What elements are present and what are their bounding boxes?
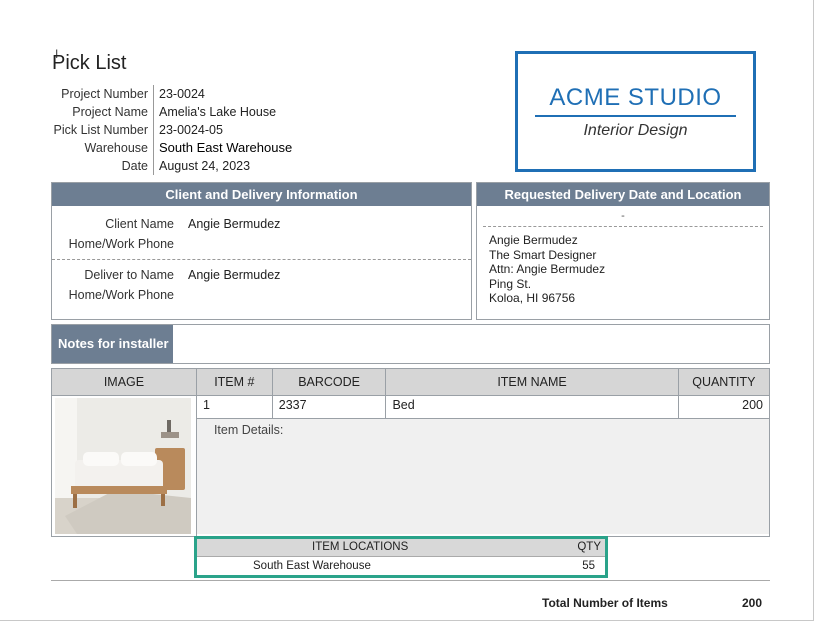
notes-section: Notes for installer xyxy=(51,324,770,364)
client-name-label: Client Name xyxy=(105,217,174,231)
table-row: 1 2337 Bed 200 xyxy=(51,395,771,537)
notes-label: Notes for installer xyxy=(52,325,173,363)
client-info-header: Client and Delivery Information xyxy=(52,183,471,206)
delivery-date: - xyxy=(621,210,625,222)
footer-divider xyxy=(51,580,770,581)
address-line: The Smart Designer xyxy=(489,247,597,262)
warehouse-label: Warehouse xyxy=(50,139,154,157)
address-line: Ping St. xyxy=(489,276,532,291)
address-line: Angie Bermudez xyxy=(489,233,578,247)
project-name-row: Project Name Amelia's Lake House xyxy=(50,103,292,121)
column-header-barcode: BARCODE xyxy=(271,368,387,396)
item-name: Bed xyxy=(385,395,679,419)
project-number-label: Project Number xyxy=(50,85,154,103)
project-number-value: 23-0024 xyxy=(159,87,205,101)
column-header-item-number: ITEM # xyxy=(195,368,273,396)
delivery-divider xyxy=(483,226,763,227)
item-locations-qty-label: QTY xyxy=(577,541,601,553)
warehouse-row: Warehouse South East Warehouse xyxy=(50,139,292,157)
deliver-name-label: Deliver to Name xyxy=(84,268,174,282)
client-info-section: Client and Delivery Information Client N… xyxy=(51,182,472,320)
date-row: Date August 24, 2023 xyxy=(50,157,292,175)
delivery-section: Requested Delivery Date and Location - A… xyxy=(476,182,770,320)
logo-divider xyxy=(535,115,736,117)
item-image-cell xyxy=(51,395,197,537)
delivery-header: Requested Delivery Date and Location xyxy=(477,183,769,206)
bed-image xyxy=(55,398,191,534)
items-table: IMAGE ITEM # BARCODE ITEM NAME QUANTITY xyxy=(51,368,771,537)
project-name-value: Amelia's Lake House xyxy=(159,105,277,119)
client-divider xyxy=(52,259,471,260)
item-number: 1 xyxy=(195,395,273,419)
date-value: August 24, 2023 xyxy=(159,159,251,173)
total-items-label: Total Number of Items xyxy=(542,596,668,610)
client-name-value: Angie Bermudez xyxy=(188,217,281,231)
pick-list-number-label: Pick List Number xyxy=(50,121,154,139)
table-row: South East Warehouse 55 xyxy=(197,556,605,575)
page-title: Pick List xyxy=(52,52,127,74)
logo-name: ACME STUDIO xyxy=(549,84,722,111)
client-phone-label: Home/Work Phone xyxy=(68,237,174,251)
item-locations-label: ITEM LOCATIONS xyxy=(312,541,409,553)
item-details-cell: Item Details: xyxy=(195,418,771,537)
pick-list-number-value: 23-0024-05 xyxy=(159,123,223,137)
item-barcode: 2337 xyxy=(271,395,387,419)
project-number-row: Project Number 23-0024 xyxy=(50,85,292,103)
column-header-quantity: QUANTITY xyxy=(677,368,771,396)
pick-list-number-row: Pick List Number 23-0024-05 xyxy=(50,121,292,139)
address-line: Koloa, HI 96756 xyxy=(489,291,576,305)
items-header-row: IMAGE ITEM # BARCODE ITEM NAME QUANTITY xyxy=(51,368,771,396)
delivery-address: Angie Bermudez The Smart Designer Attn: … xyxy=(489,233,605,306)
warehouse-value: South East Warehouse xyxy=(159,140,293,155)
address-line: Attn: Angie Bermudez xyxy=(489,262,606,276)
column-header-image: IMAGE xyxy=(51,368,197,396)
deliver-name-value: Angie Bermudez xyxy=(188,268,281,282)
column-header-item-name: ITEM NAME xyxy=(385,368,679,396)
item-details-area: Item Details: xyxy=(196,419,769,534)
location-qty: 55 xyxy=(582,560,595,572)
item-details-label: Item Details: xyxy=(213,423,284,437)
project-name-label: Project Name xyxy=(50,103,154,121)
item-quantity: 200 xyxy=(677,395,771,419)
project-info: Project Number 23-0024 Project Name Amel… xyxy=(50,85,292,175)
total-items-value: 200 xyxy=(742,596,763,610)
deliver-phone-label: Home/Work Phone xyxy=(68,288,174,302)
location-name: South East Warehouse xyxy=(253,560,371,572)
item-locations-header: ITEM LOCATIONS QTY xyxy=(197,539,605,556)
company-logo: ACME STUDIO Interior Design xyxy=(515,51,756,172)
item-locations-table: ITEM LOCATIONS QTY South East Warehouse … xyxy=(194,536,608,578)
date-label: Date xyxy=(50,157,154,175)
logo-tagline: Interior Design xyxy=(583,122,688,139)
